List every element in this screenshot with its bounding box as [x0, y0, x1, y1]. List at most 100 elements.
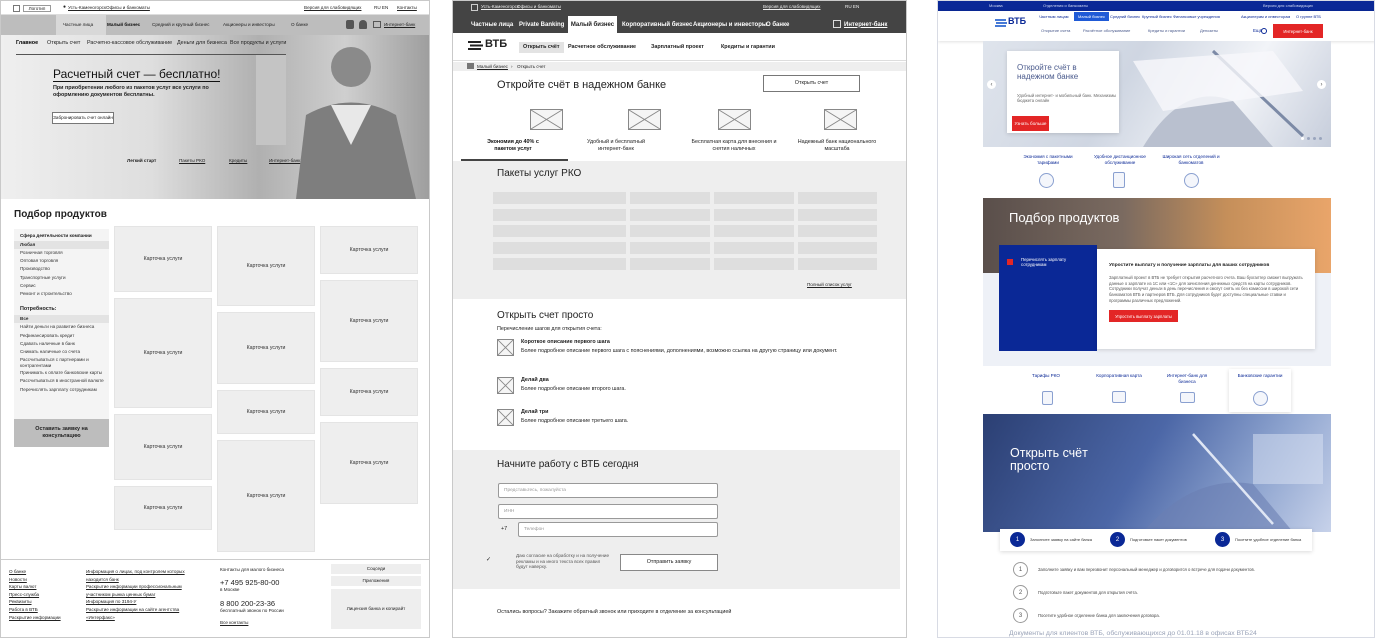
phone-russia[interactable]: 8 800 200-23-36 [220, 599, 275, 608]
internet-bank-link[interactable]: Интернет-банк [844, 16, 887, 33]
slide-button[interactable]: Узнать больше [1012, 116, 1049, 131]
language-switch[interactable]: RU EN [374, 5, 388, 11]
consult-button[interactable]: Оставить заявку на консультацию [14, 419, 109, 447]
subnav-open-account[interactable]: Открыть счет [47, 40, 80, 47]
nav-investors[interactable]: Акционерам и инвесторам [1241, 14, 1290, 19]
offices-link[interactable]: Офисы и банкоматы [106, 5, 150, 11]
subnav-deposits[interactable]: Депозиты [1200, 28, 1218, 33]
filter-need-item[interactable]: Сдавать наличные в банк [14, 340, 109, 348]
subnav-credits[interactable]: Кредиты и гарантии [1148, 28, 1185, 33]
hero-link-easy-start[interactable]: Легкий старт [127, 158, 156, 164]
filter-need-item[interactable]: Рассчитываться в иностранной валюте [14, 377, 109, 385]
nav-small-business[interactable]: Малый бизнес [568, 16, 617, 33]
nav-private[interactable]: Частным лицам [1039, 14, 1069, 19]
city-link[interactable]: Усть-Каменогорск [481, 4, 519, 10]
hero-button[interactable]: Забронировать счет онлайн [52, 112, 114, 124]
subnav-rko[interactable]: Расчетно-кассовое обслуживание [87, 40, 172, 47]
city-link[interactable]: Усть-Каменогорск [68, 5, 106, 11]
name-input[interactable]: Представьтесь, пожалуйста [498, 483, 718, 498]
android-icon[interactable] [359, 20, 367, 29]
product-tile-label[interactable]: Интернет-банк для бизнеса [1159, 373, 1215, 384]
footer-link[interactable]: Пресс-служба [9, 591, 69, 599]
footer-link[interactable]: Информация по 3194-У [86, 598, 196, 606]
all-contacts-link[interactable]: Все контакты [220, 620, 248, 626]
nav-small-business[interactable]: Малый бизнес [1074, 12, 1109, 21]
footer-link[interactable]: Информация о лицах, под контролем которы… [86, 568, 196, 583]
subnav-rko[interactable]: Расчетное обслуживание [568, 44, 636, 51]
products-filter-selected[interactable]: Перечислять зарплату сотрудникам [1021, 257, 1085, 267]
filter-sphere-production[interactable]: Производство [14, 265, 109, 273]
nav-private[interactable]: Частные лица [471, 16, 513, 33]
internet-bank-link[interactable]: Интернет-банк [384, 22, 415, 28]
nav-private[interactable]: Частные лица [63, 22, 93, 28]
hero-link-credits[interactable]: Кредиты [229, 158, 247, 164]
visually-impaired-link[interactable]: Версия для слабовидящих [1263, 3, 1313, 8]
apps-button[interactable]: Приложения [331, 576, 421, 586]
product-tile-active[interactable]: Банковские гарантии [1229, 369, 1291, 412]
nav-medium-business[interactable]: Средний бизнес [1110, 14, 1140, 19]
nav-about[interactable]: О банке [291, 22, 308, 28]
service-card[interactable]: Карточка услуги [114, 226, 212, 292]
footer-link[interactable]: Карты валют [9, 583, 69, 591]
footer-link[interactable]: Новости [9, 576, 69, 584]
subnav-home[interactable]: Главное [16, 40, 38, 47]
service-card[interactable]: Карточка услуги [114, 298, 212, 408]
nav-medium-business[interactable]: Средний и крупный бизнес [152, 22, 209, 28]
contacts-link[interactable]: Контакты [397, 5, 417, 11]
offices-link[interactable]: Офисы и банкоматы [517, 4, 561, 10]
service-card[interactable]: Карточка услуги [320, 226, 418, 274]
checkbox-icon[interactable]: ✓ [486, 556, 491, 563]
filter-sphere-retail[interactable]: Розничная торговля [14, 249, 109, 257]
subnav-credits[interactable]: Кредиты и гарантии [721, 44, 775, 51]
logo[interactable]: ВТБ [485, 38, 507, 50]
service-card[interactable]: Карточка услуги [320, 280, 418, 362]
filter-sphere-service[interactable]: Сервис [14, 282, 109, 290]
filter-need-all[interactable]: Все [14, 315, 109, 324]
home-icon[interactable] [467, 63, 474, 69]
slider-next-icon[interactable]: › [1317, 80, 1326, 89]
social-button[interactable]: Соцседи [331, 564, 421, 574]
filter-sphere-repair[interactable]: Ремонт и строительство [14, 290, 109, 298]
service-card[interactable]: Карточка услуги [217, 312, 315, 384]
footer-link[interactable]: О банке [9, 568, 69, 576]
filter-need-item[interactable]: Перечислять зарплату сотрудникам [14, 386, 109, 394]
phone-input[interactable]: Телефон [518, 522, 718, 537]
footer-link[interactable]: Работа в ВТБ [9, 606, 69, 614]
nav-group[interactable]: О группе ВТБ [1296, 14, 1321, 19]
service-card[interactable]: Карточка услуги [320, 368, 418, 416]
logo[interactable]: Логотип [23, 5, 51, 12]
nav-investors[interactable]: Акционеры и инвесторы [223, 22, 275, 28]
subnav-open-account[interactable]: Открытие счета [1041, 28, 1070, 33]
footer-link[interactable]: Раскрытие информации профессиональным уч… [86, 583, 196, 598]
apple-icon[interactable] [346, 20, 354, 29]
subnav-all-products[interactable]: Все продукты и услуги [230, 40, 286, 47]
offices-link[interactable]: Отделения и банкоматы [1043, 3, 1088, 8]
language-switch[interactable]: RU EN [845, 4, 859, 10]
hero-link-rko[interactable]: Пакеты РКО [179, 158, 205, 164]
footer-link[interactable]: Раскрытие информации [9, 614, 69, 622]
filter-need-item[interactable]: Рефинансировать кредит [14, 332, 109, 340]
subnav-rko[interactable]: Расчётное обслуживание [1083, 28, 1130, 33]
service-card[interactable]: Карточка услуги [217, 390, 315, 434]
subnav-open-account[interactable]: Открыть счёт [519, 42, 564, 54]
filter-need-item[interactable]: Рассчитываться с партнерами и контрагент… [14, 356, 109, 369]
product-card-button[interactable]: Упростить выплату зарплаты [1109, 310, 1178, 322]
nav-private-banking[interactable]: Private Banking [519, 16, 564, 33]
product-tile-label[interactable]: Корпоративная карта [1089, 373, 1149, 379]
filter-need-item[interactable]: Принимать к оплате банковские карты [14, 369, 109, 377]
search-icon[interactable] [1261, 28, 1267, 34]
city-link[interactable]: Москва [989, 3, 1003, 8]
logo[interactable]: ВТБ [1008, 16, 1026, 26]
filter-need-item[interactable]: Найти деньги на развитие бизнеса [14, 323, 109, 331]
nav-about[interactable]: О банке [766, 16, 789, 33]
filter-sphere-wholesale[interactable]: Оптовая торговля [14, 257, 109, 265]
service-card[interactable]: Карточка услуги [320, 422, 418, 504]
product-tile-label[interactable]: Тарифы РКО [1016, 373, 1076, 379]
subnav-salary[interactable]: Зарплатный проект [651, 44, 704, 51]
breadcrumb-small-business[interactable]: Малый бизнес [477, 64, 508, 70]
nav-investors[interactable]: Акционеры и инвесторы [693, 16, 767, 33]
service-card[interactable]: Карточка услуги [114, 414, 212, 480]
filter-sphere-transport[interactable]: Транспортные услуги [14, 274, 109, 282]
submit-button[interactable]: Отправить заявку [620, 554, 718, 571]
full-list-link[interactable]: Полный список услуг [807, 282, 852, 288]
